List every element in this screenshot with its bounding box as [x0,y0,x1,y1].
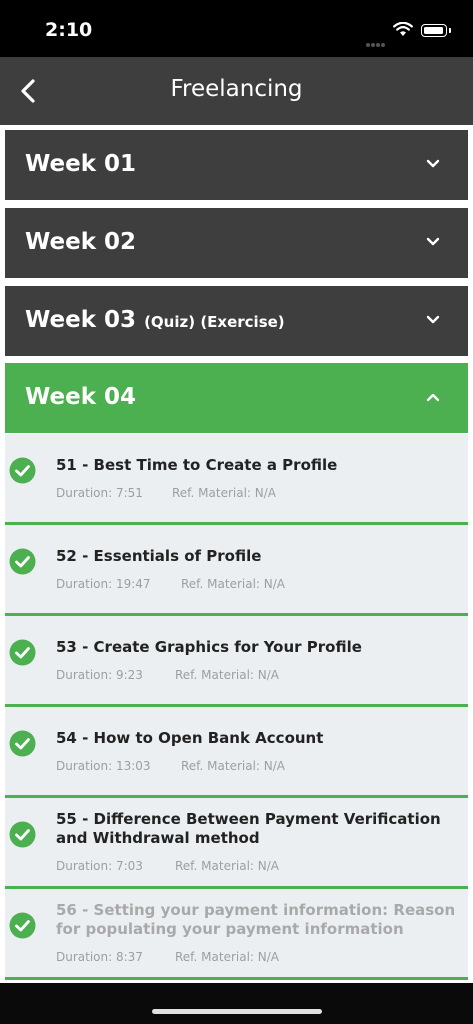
check-circle-icon [9,457,36,484]
lesson-ref-material: Ref. Material: N/A [172,486,276,500]
lesson-ref-material: Ref. Material: N/A [181,577,285,591]
lesson-duration: Duration: 7:51 [56,486,143,500]
battery-icon [421,24,447,37]
lesson-item[interactable]: 55 - Difference Between Payment Verifica… [5,798,468,889]
lesson-ref-material: Ref. Material: N/A [181,759,285,773]
chevron-down-icon [426,237,440,246]
week-tags: (Quiz) (Exercise) [144,313,285,331]
home-indicator[interactable] [152,1009,322,1014]
lesson-title: 56 - Setting your payment information: R… [56,901,456,938]
lesson-title: 53 - Create Graphics for Your Profile [56,638,362,656]
home-indicator-area [0,983,473,1024]
page-title: Freelancing [170,76,303,102]
week-title: Week 03 (Quiz) (Exercise) [25,307,285,333]
check-circle-icon [9,639,36,666]
lesson-duration: Duration: 9:23 [56,668,143,682]
lesson-title: 52 - Essentials of Profile [56,547,262,565]
week-02-header[interactable]: Week 02 [5,208,468,278]
chevron-down-icon [426,315,440,324]
lesson-duration: Duration: 19:47 [56,577,151,591]
lesson-duration: Duration: 7:03 [56,859,143,873]
week-03-header[interactable]: Week 03 (Quiz) (Exercise) [5,286,468,356]
chevron-down-icon [426,159,440,168]
lesson-title: 54 - How to Open Bank Account [56,729,324,747]
lesson-item[interactable]: 53 - Create Graphics for Your Profile Du… [5,616,468,707]
lesson-ref-material: Ref. Material: N/A [175,668,279,682]
lesson-ref-material: Ref. Material: N/A [175,950,279,964]
battery-tip [449,28,451,33]
status-bar: 2:10 [0,0,473,57]
check-circle-icon [9,821,36,848]
lesson-duration: Duration: 8:37 [56,950,143,964]
week-title: Week 04 [25,384,137,410]
week-01-header[interactable]: Week 01 [5,130,468,200]
lesson-ref-material: Ref. Material: N/A [175,859,279,873]
week-title: Week 01 [25,151,137,177]
lesson-title: 55 - Difference Between Payment Verifica… [56,810,441,847]
cellular-signal-icon [366,34,386,52]
lesson-item[interactable]: 51 - Best Time to Create a Profile Durat… [5,434,468,525]
check-circle-icon [9,730,36,757]
chevron-up-icon [426,393,440,402]
check-circle-icon [9,548,36,575]
week-04-header[interactable]: Week 04 [5,363,468,433]
navigation-bar: Freelancing [0,57,473,125]
wifi-icon [393,22,413,36]
lesson-item[interactable]: 52 - Essentials of Profile Duration: 19:… [5,525,468,616]
lesson-item[interactable]: 56 - Setting your payment information: R… [5,889,468,980]
lesson-item[interactable]: 54 - How to Open Bank Account Duration: … [5,707,468,798]
status-time: 2:10 [45,19,93,41]
check-circle-icon [9,912,36,939]
week-title: Week 02 [25,229,137,255]
lesson-title: 51 - Best Time to Create a Profile [56,456,338,474]
course-content[interactable]: Week 01 Week 02 Week 03 (Quiz) (Exercise… [0,125,473,983]
lesson-duration: Duration: 13:03 [56,759,151,773]
